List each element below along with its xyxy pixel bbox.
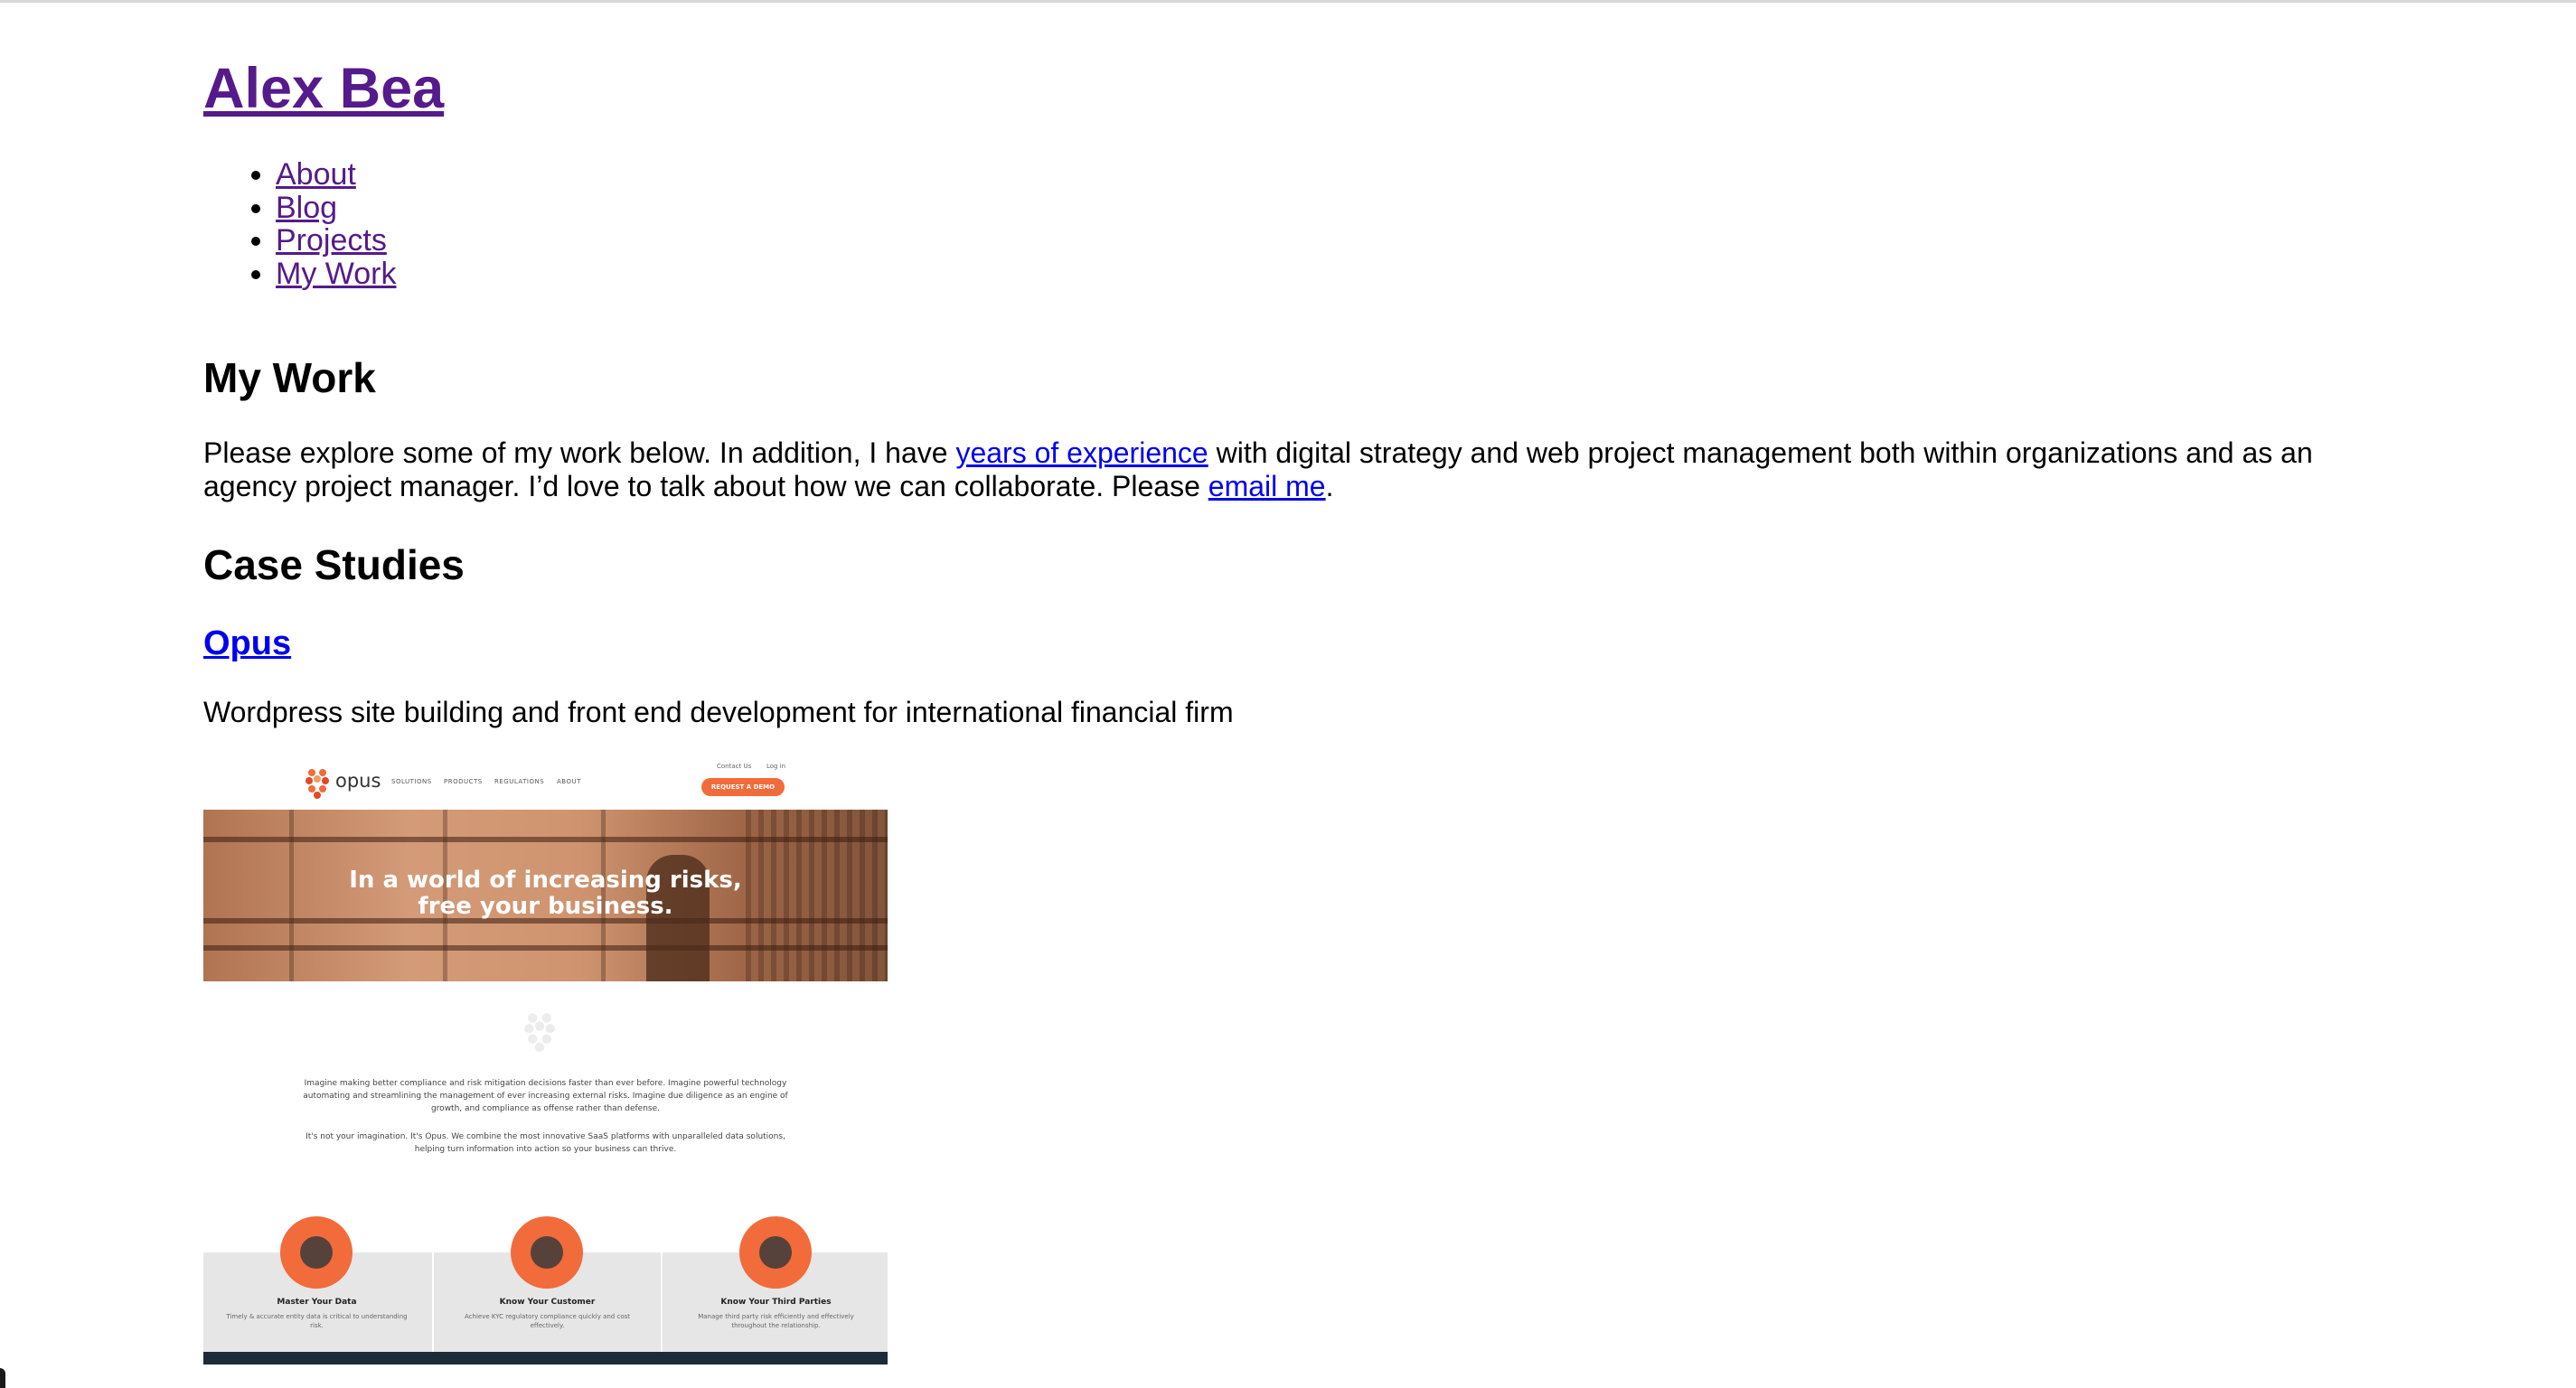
hero-railing — [203, 837, 888, 842]
hero-railing — [203, 945, 888, 951]
opus-screenshot-image: opus SOLUTIONS PRODUCTS REGULATIONS ABOU… — [203, 755, 888, 1365]
site-title: Alex Bea — [203, 52, 444, 125]
nav-link-my-work[interactable]: My Work — [276, 257, 396, 291]
case-study-title: Opus — [203, 619, 291, 668]
case-study-description: Wordpress site building and front end de… — [203, 696, 1234, 728]
nav-item-my-work: My Work — [276, 257, 396, 291]
case-study-opus-link[interactable]: Opus — [203, 624, 291, 662]
email-link[interactable]: email me — [1208, 470, 1326, 502]
nav-link-blog[interactable]: Blog — [276, 191, 337, 225]
feature-card: Know Your Third Parties Manage third par… — [661, 1216, 888, 1352]
feature-card-title: Know Your Customer — [499, 1298, 596, 1307]
opus-demo-button: REQUEST A DEMO — [701, 778, 785, 796]
hero-headline-line1: In a world of increasing risks, — [349, 867, 742, 894]
opus-nav-products: PRODUCTS — [444, 778, 483, 785]
hero-headline-line2: free your business. — [418, 893, 673, 920]
opus-logo-icon — [306, 769, 329, 799]
nav-item-projects: Projects — [276, 224, 396, 258]
opus-logo-text: opus — [335, 770, 381, 792]
third-parties-icon — [739, 1216, 812, 1289]
opus-login-link: Log in — [766, 763, 786, 770]
intro-text-before: Please explore some of my work below. In… — [203, 436, 956, 469]
opus-nav-regulations: REGULATIONS — [494, 778, 545, 785]
intro-text-after: . — [1325, 469, 1334, 502]
experience-link[interactable]: years of experience — [955, 436, 1208, 469]
data-grid-icon — [280, 1216, 353, 1289]
nav-link-about[interactable]: About — [276, 157, 356, 192]
opus-watermark-icon — [524, 1013, 555, 1052]
browser-top-border — [0, 0, 2576, 3]
opus-contact-link: Contact Us — [717, 763, 752, 770]
feature-card-title: Master Your Data — [277, 1298, 357, 1307]
feature-card-text: Timely & accurate entity data is critica… — [226, 1313, 408, 1329]
opus-feature-cards: Master Your Data Timely & accurate entit… — [203, 1216, 888, 1352]
feature-card-text: Manage third party risk efficiently and … — [698, 1313, 854, 1329]
opus-footer-bar — [203, 1352, 888, 1365]
opus-intro-paragraph: Imagine making better compliance and ris… — [303, 1079, 788, 1113]
page-heading: My Work — [203, 354, 376, 401]
site-title-link[interactable]: Alex Bea — [203, 57, 444, 120]
feature-card-title: Know Your Third Parties — [720, 1298, 832, 1307]
opus-nav-about: ABOUT — [557, 778, 581, 785]
opus-site-header: opus SOLUTIONS PRODUCTS REGULATIONS ABOU… — [203, 755, 888, 810]
main-nav: About Blog Projects My Work — [203, 158, 396, 290]
feature-card-text: Achieve KYC regulatory compliance quickl… — [465, 1313, 630, 1329]
feature-card: Know Your Customer Achieve KYC regulator… — [432, 1216, 661, 1352]
nav-item-blog: Blog — [276, 191, 396, 225]
opus-hero-banner: In a world of increasing risks, free you… — [203, 810, 888, 981]
intro-paragraph: Please explore some of my work below. In… — [203, 436, 2391, 502]
feature-card: Master Your Data Timely & accurate entit… — [203, 1216, 430, 1352]
customer-icon — [511, 1216, 583, 1289]
nav-item-about: About — [276, 158, 396, 192]
case-studies-heading: Case Studies — [203, 541, 465, 588]
nav-link-projects[interactable]: Projects — [276, 223, 387, 258]
opus-nav-solutions: SOLUTIONS — [391, 778, 432, 785]
window-corner — [0, 1368, 5, 1388]
hero-headline: In a world of increasing risks, free you… — [203, 868, 888, 920]
opus-second-paragraph: It's not your imagination. It's Opus. We… — [306, 1132, 785, 1154]
